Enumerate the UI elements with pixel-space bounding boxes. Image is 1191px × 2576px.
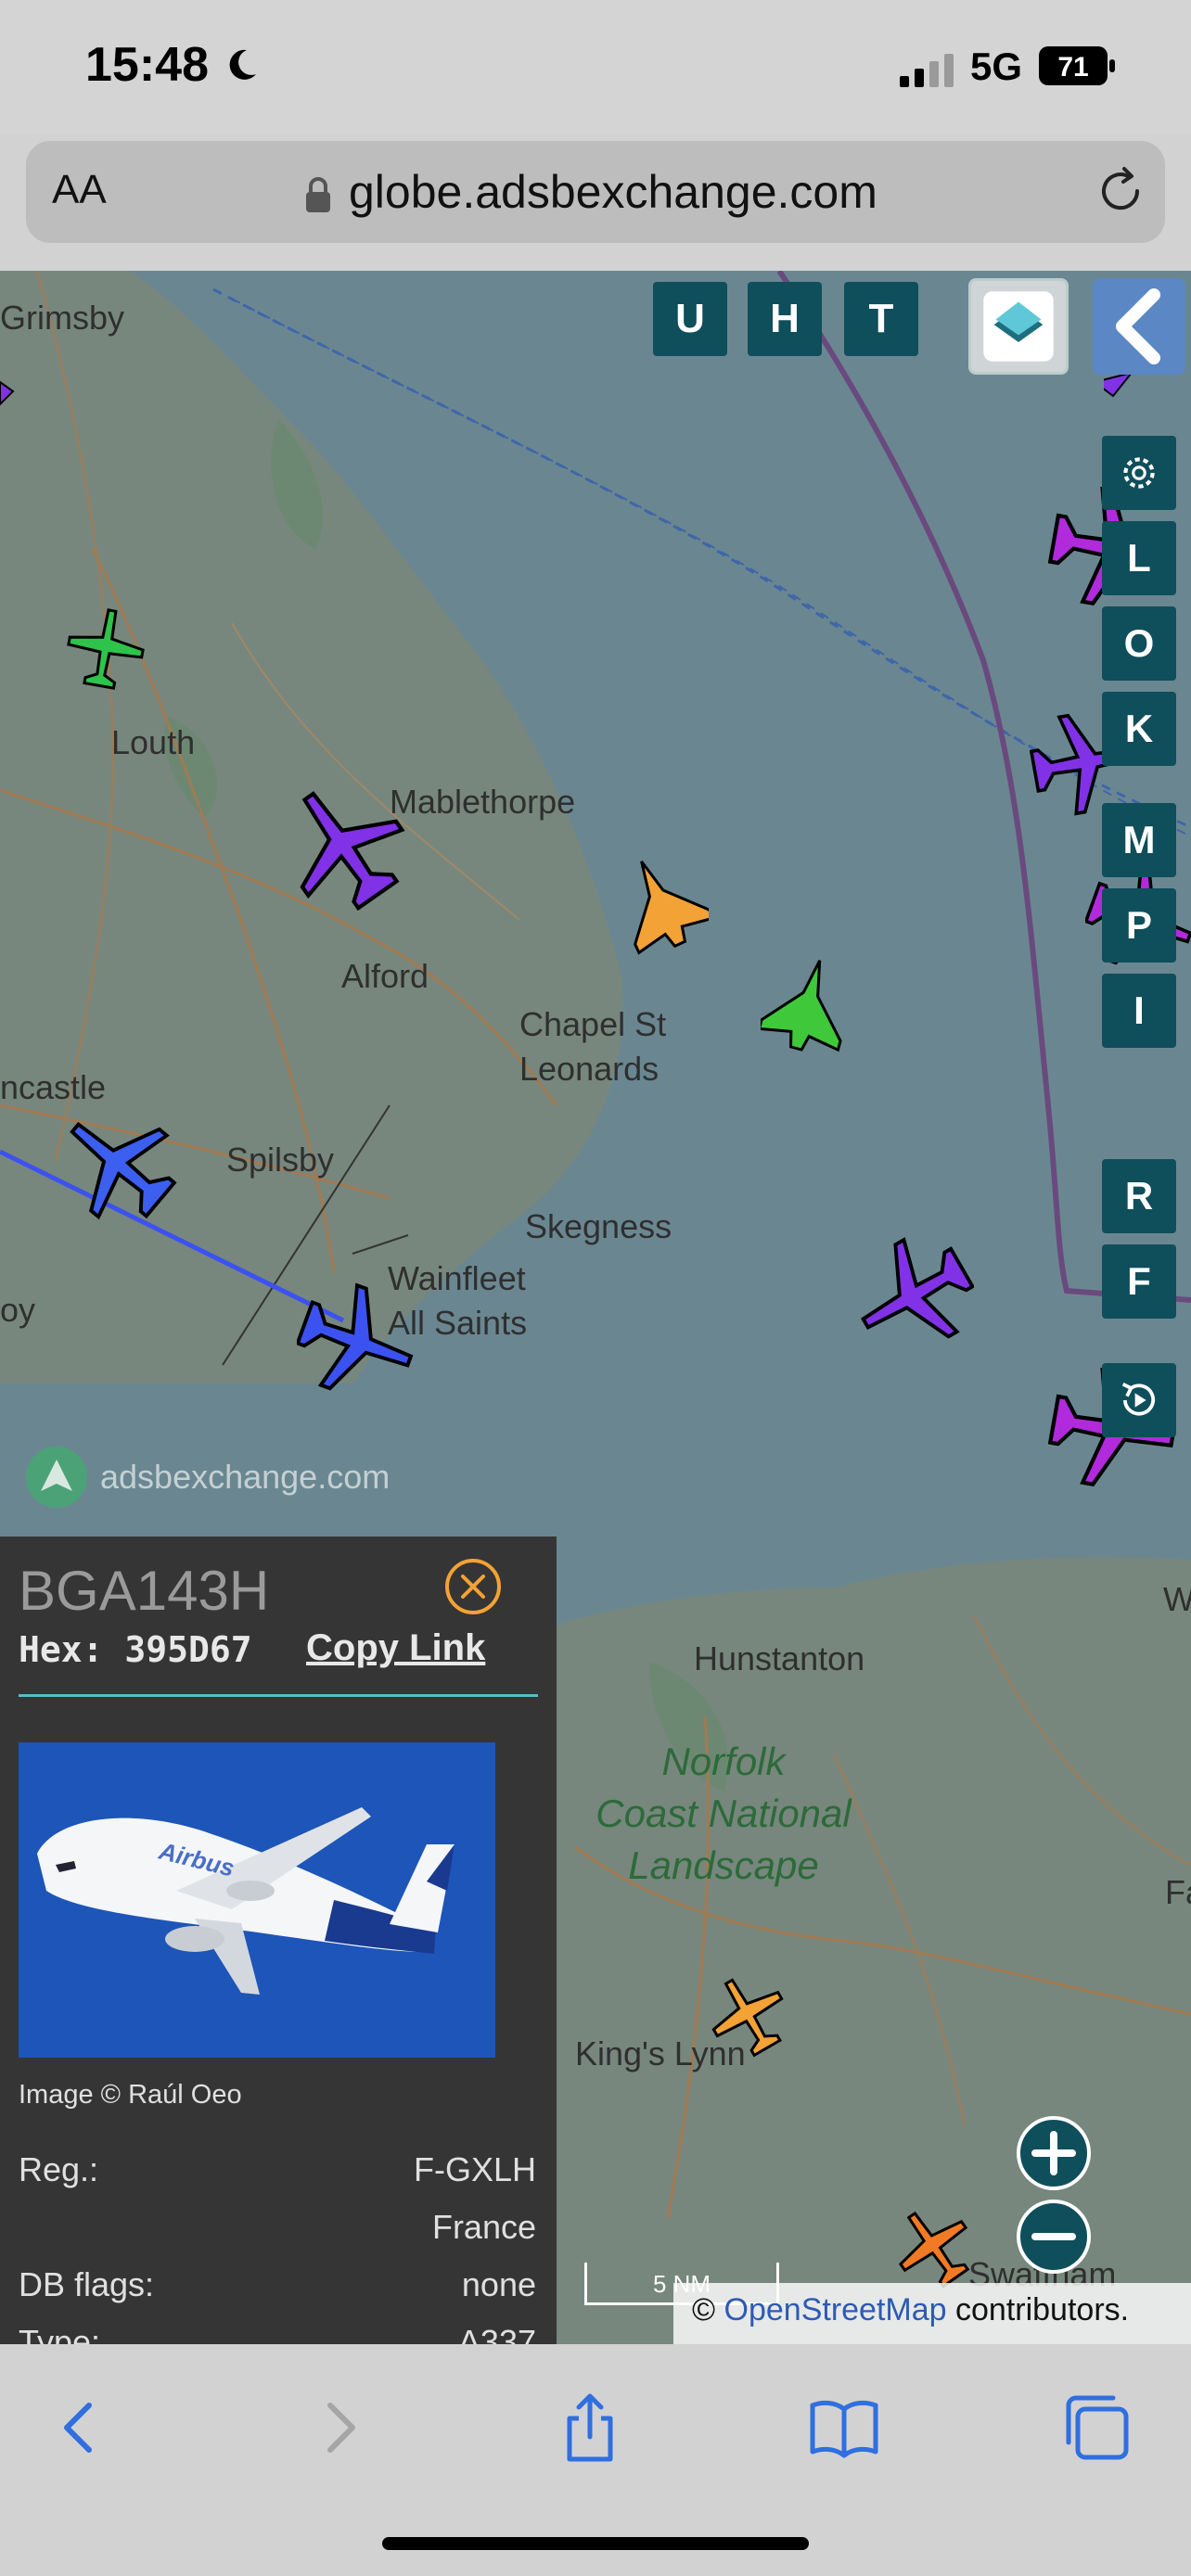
country-value: France: [431, 2208, 536, 2246]
share-icon[interactable]: [553, 2391, 627, 2465]
chevron-left-icon: [1116, 288, 1160, 364]
aircraft-photo-image: Airbus: [19, 1742, 495, 2058]
toggle-r-button[interactable]: R: [1102, 1159, 1176, 1233]
back-icon[interactable]: [43, 2391, 117, 2465]
signal-icon: [900, 54, 954, 87]
gear-icon: [1123, 457, 1155, 489]
bookmarks-icon[interactable]: [807, 2391, 881, 2465]
town-hunstanton: Hunstanton: [694, 1639, 865, 1677]
battery-icon: 71: [1039, 46, 1115, 85]
layers-button[interactable]: [968, 278, 1069, 375]
address-bar[interactable]: AA globe.adsbexchange.com: [26, 141, 1165, 243]
adsbexchange-watermark: adsbexchange.com: [24, 1445, 390, 1510]
adsbexchange-logo-icon: [26, 1447, 87, 1508]
aircraft-icon-blue-1[interactable]: [58, 1103, 178, 1224]
aircraft-icon-orange-jet[interactable]: [616, 855, 709, 957]
toggle-l-button[interactable]: L: [1102, 521, 1176, 595]
collapse-panel-button[interactable]: [1093, 278, 1185, 375]
url-text[interactable]: globe.adsbexchange.com: [349, 165, 877, 219]
battery-level: 71: [1057, 52, 1088, 83]
toggle-t-button[interactable]: T: [844, 282, 918, 356]
town-louth: Louth: [111, 723, 196, 761]
close-icon[interactable]: [443, 1557, 503, 1616]
map-attribution: © OpenStreetMap contributors.: [673, 2283, 1191, 2344]
norfolk-line3: Landscape: [628, 1843, 819, 1887]
plus-icon: [1031, 2131, 1076, 2175]
db-flags-value: none: [461, 2265, 536, 2303]
town-chapel-line2: Leonards: [519, 1050, 660, 1088]
moon-icon: [229, 49, 256, 80]
aircraft-callsign: BGA143H: [19, 1560, 270, 1622]
aircraft-icon-orange-1[interactable]: [701, 1968, 794, 2060]
status-bar: 15:48 5G 71: [0, 0, 1191, 134]
map-view[interactable]: Grimsby Louth Mablethorpe Alford Chapel …: [0, 271, 1191, 2344]
tabs-icon[interactable]: [1059, 2391, 1133, 2465]
panel-divider: [19, 1694, 538, 1697]
replay-icon: [1121, 1382, 1156, 1416]
norfolk-line2: Coast National: [596, 1792, 852, 1835]
openstreetmap-link[interactable]: OpenStreetMap: [724, 2292, 947, 2327]
forward-icon[interactable]: [302, 2391, 377, 2465]
town-oy: oy: [0, 1291, 36, 1329]
text-size-button[interactable]: AA: [52, 167, 107, 213]
type-value: A337: [457, 2323, 536, 2344]
aircraft-icon-green-small[interactable]: [59, 601, 152, 694]
attribution-prefix: ©: [692, 2292, 716, 2327]
zoom-in-button[interactable]: [1017, 2116, 1091, 2190]
zoom-out-button[interactable]: [1017, 2200, 1091, 2274]
layers-icon: [983, 291, 1054, 362]
db-flags-label: DB flags:: [19, 2265, 155, 2303]
copy-link-button[interactable]: Copy Link: [306, 1627, 485, 1669]
attribution-suffix: contributors.: [955, 2292, 1130, 2327]
image-credit: Image © Raúl Oeo: [19, 2080, 242, 2110]
toggle-f-button[interactable]: F: [1102, 1244, 1176, 1319]
town-grimsby: Grimsby: [0, 299, 124, 337]
town-alford: Alford: [341, 957, 429, 995]
reg-label: Reg.:: [19, 2150, 99, 2188]
reload-icon[interactable]: [1093, 163, 1148, 219]
town-fa: Fa: [1165, 1873, 1191, 1911]
hex-line: Hex: 395D67: [19, 1629, 252, 1670]
aircraft-icon-blue-selected[interactable]: [297, 1282, 417, 1402]
town-w: W: [1163, 1580, 1191, 1618]
norfolk-line1: Norfolk: [661, 1740, 786, 1783]
reg-value: F-GXLH: [413, 2150, 536, 2188]
norfolk-coast-label: Norfolk Coast National Landscape: [575, 1736, 872, 1892]
toggle-p-button[interactable]: P: [1102, 888, 1176, 963]
lock-icon: [306, 177, 330, 212]
hex-label: Hex:: [19, 1629, 104, 1670]
replay-button[interactable]: [1102, 1363, 1176, 1437]
hex-value: 395D67: [124, 1629, 252, 1670]
home-indicator[interactable]: [382, 2537, 809, 2550]
toggle-m-button[interactable]: M: [1102, 803, 1176, 877]
toggle-i-button[interactable]: I: [1102, 974, 1176, 1048]
aircraft-icon-purple-1[interactable]: [278, 781, 408, 911]
town-mablethorpe: Mablethorpe: [390, 783, 576, 821]
town-skegness: Skegness: [525, 1207, 672, 1245]
toggle-o-button[interactable]: O: [1102, 606, 1176, 681]
watermark-text: adsbexchange.com: [100, 1458, 391, 1496]
town-chapel-line1: Chapel St: [519, 1005, 667, 1043]
aircraft-photo[interactable]: Airbus: [19, 1742, 495, 2058]
toggle-h-button[interactable]: H: [748, 282, 822, 356]
aircraft-icon-purple-3[interactable]: [853, 1235, 974, 1356]
network-type: 5G: [970, 45, 1023, 88]
aircraft-icon-orange-2[interactable]: [887, 2200, 980, 2292]
town-castle: ncastle: [0, 1068, 107, 1106]
aircraft-info-panel: BGA143H Hex: 395D67 Copy Link Airbus Ima…: [0, 1537, 557, 2344]
settings-button[interactable]: [1102, 436, 1176, 510]
toggle-u-button[interactable]: U: [653, 282, 727, 356]
town-spilsby: Spilsby: [226, 1141, 335, 1179]
toggle-k-button[interactable]: K: [1102, 692, 1176, 766]
minus-icon: [1031, 2233, 1076, 2240]
aircraft-icon-purple-left-edge[interactable]: [0, 363, 28, 419]
aircraft-icon-green-jet[interactable]: [761, 957, 853, 1059]
type-label: Type:: [19, 2323, 101, 2344]
status-time: 15:48: [85, 38, 209, 92]
